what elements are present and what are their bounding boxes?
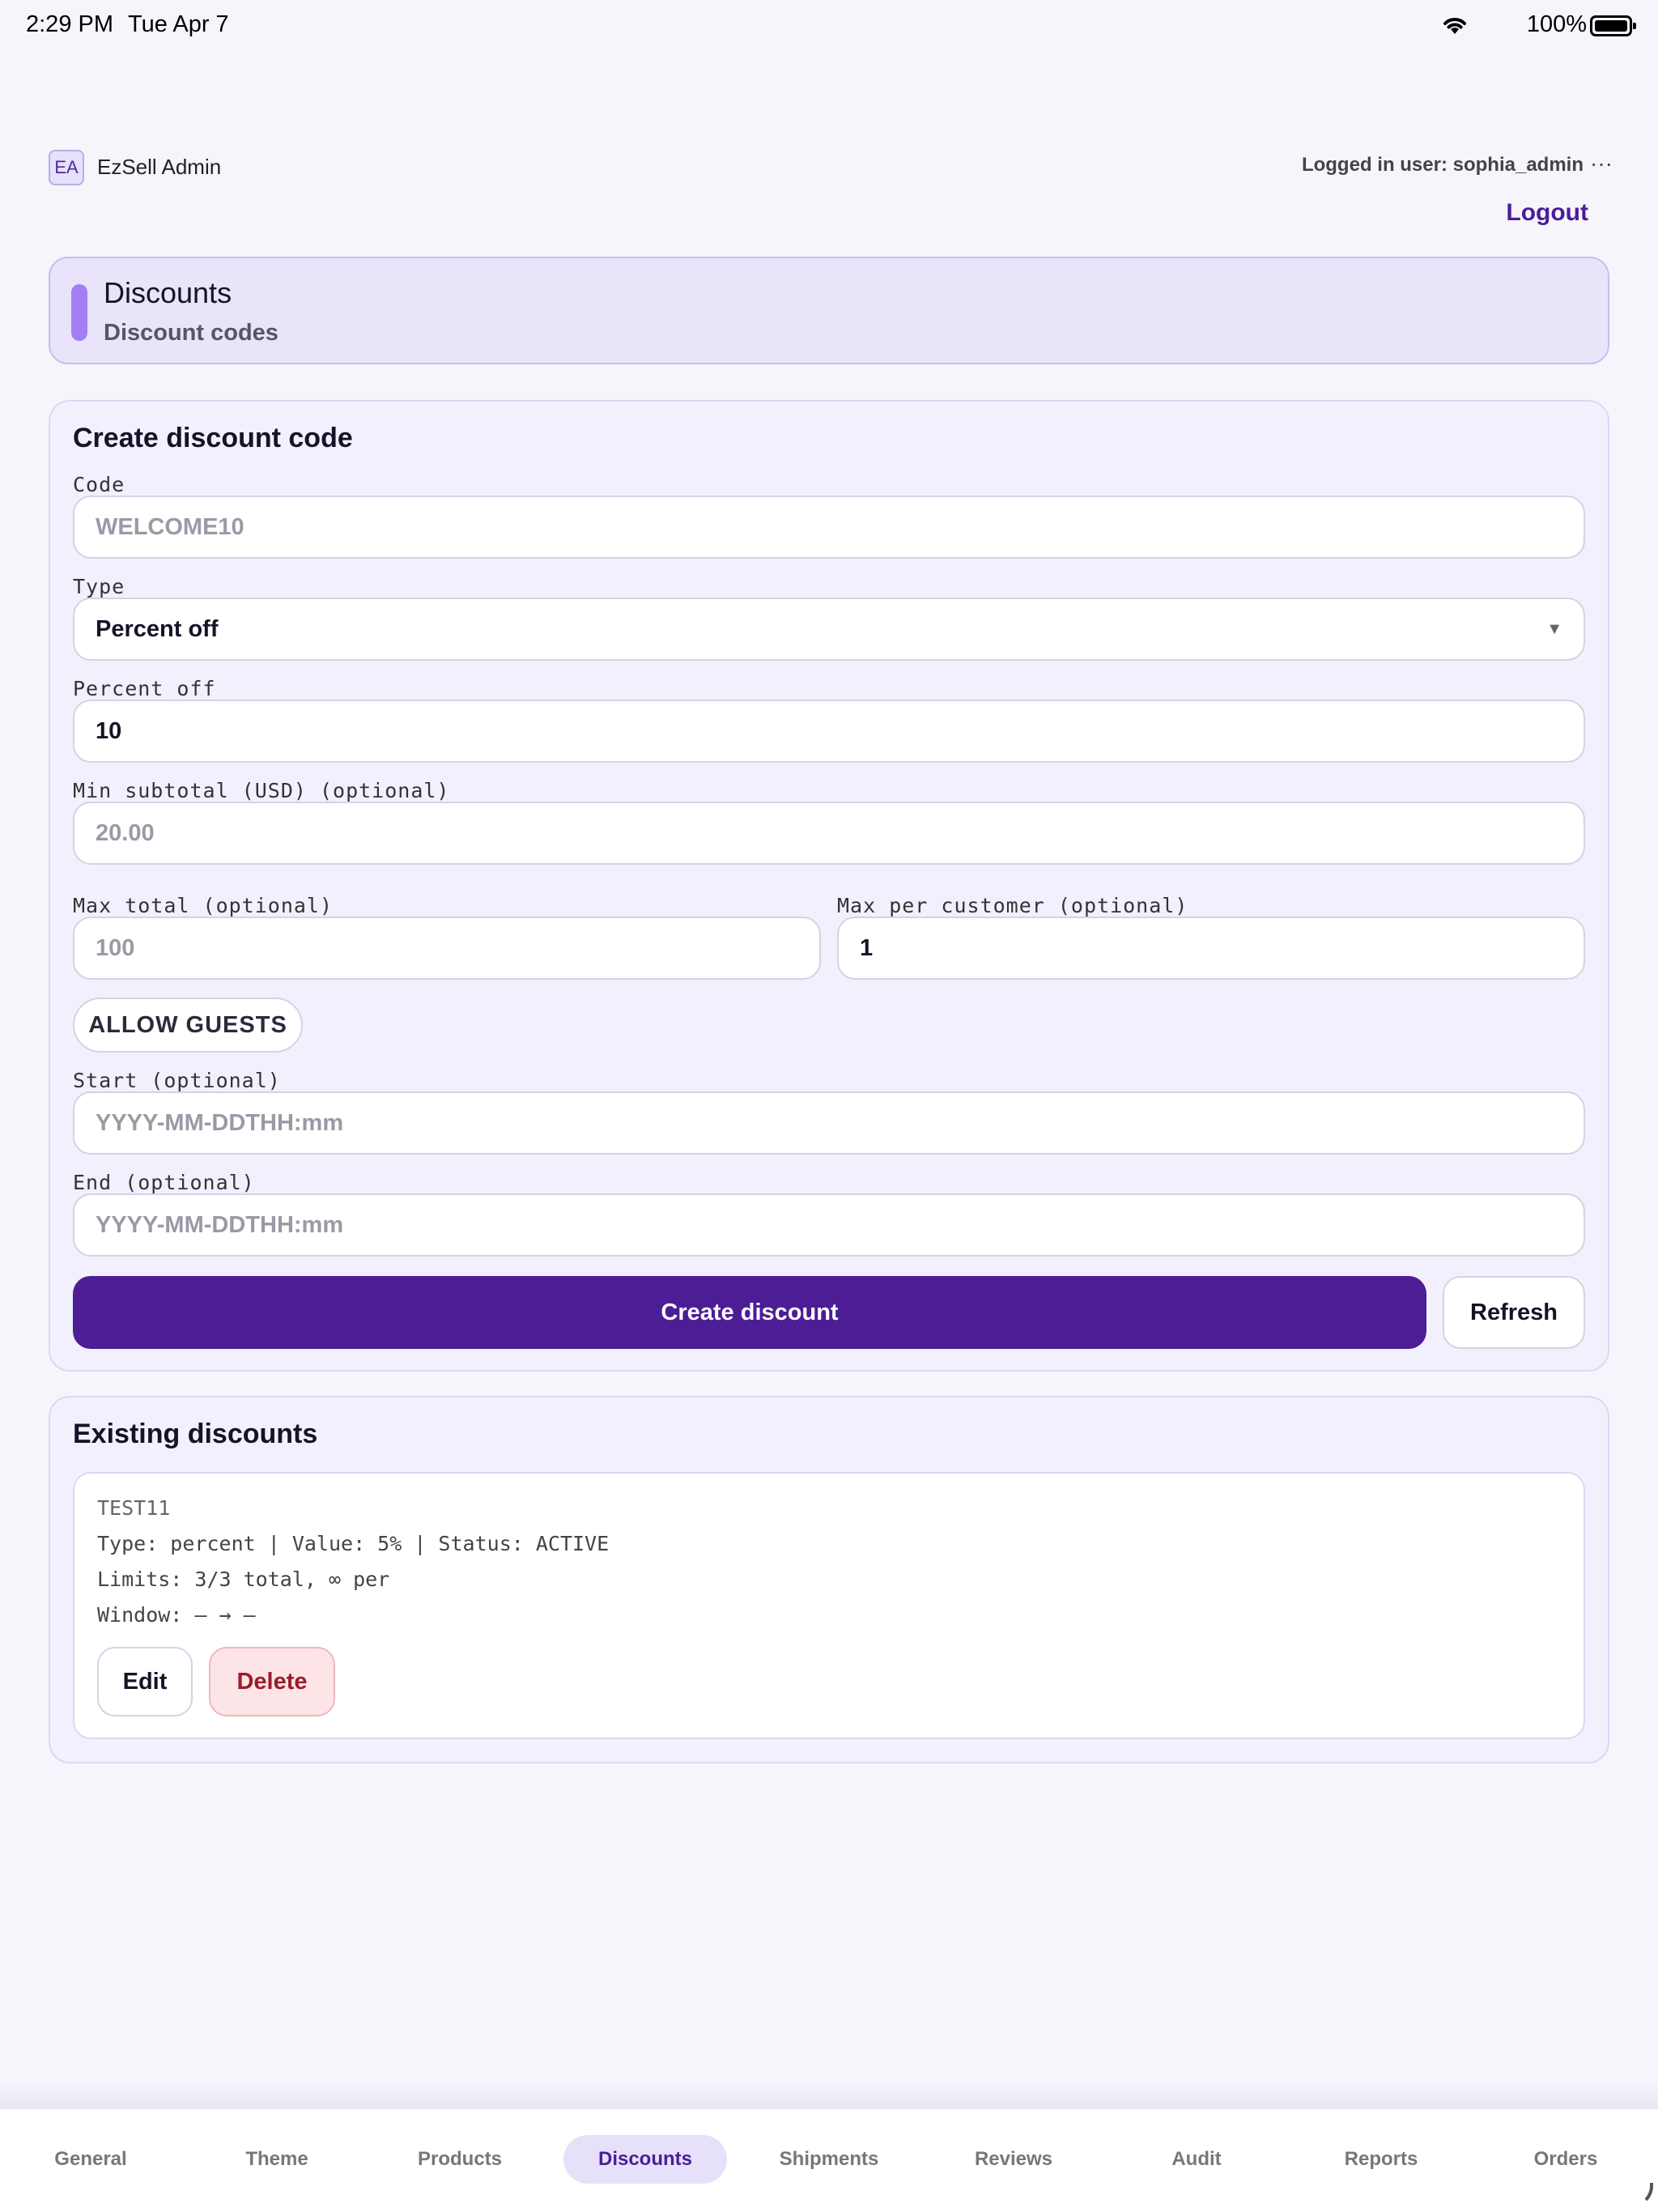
- discount-details: Type: percent | Value: 5% | Status: ACTI…: [97, 1532, 610, 1555]
- tab-discounts[interactable]: Discounts: [563, 2135, 727, 2184]
- tabbar-shadow: [0, 2081, 1658, 2108]
- discount-limits: Limits: 3/3 total, ∞ per: [97, 1568, 390, 1591]
- chevron-down-icon: ▼: [1546, 620, 1562, 638]
- max-total-input[interactable]: [73, 917, 821, 980]
- min-subtotal-input[interactable]: [73, 802, 1585, 865]
- status-bar: 2:29 PM Tue Apr 7 100%: [0, 0, 1658, 52]
- page-header-banner: Discounts Discount codes: [49, 257, 1609, 364]
- start-label: Start (optional): [73, 1069, 281, 1092]
- wifi-icon: [1443, 18, 1466, 34]
- tab-theme[interactable]: Theme: [206, 2135, 348, 2184]
- type-select[interactable]: Percent off ▼: [73, 598, 1585, 661]
- tab-reports[interactable]: Reports: [1310, 2135, 1452, 2184]
- tab-orders[interactable]: Orders: [1494, 2135, 1637, 2184]
- delete-discount-button[interactable]: Delete: [209, 1647, 335, 1716]
- create-discount-button[interactable]: Create discount: [73, 1276, 1426, 1349]
- status-date: Tue Apr 7: [128, 11, 229, 37]
- allow-guests-toggle[interactable]: ALLOW GUESTS: [73, 998, 303, 1053]
- avatar: EA: [49, 150, 84, 185]
- battery-percent: 100%: [1526, 11, 1587, 37]
- logout-link[interactable]: Logout: [1506, 199, 1588, 227]
- tab-general[interactable]: General: [19, 2135, 162, 2184]
- create-discount-card: Create discount code Code Type Percent o…: [49, 400, 1609, 1372]
- discount-list-item: TEST11 Type: percent | Value: 5% | Statu…: [73, 1472, 1585, 1739]
- discount-code: TEST11: [97, 1496, 171, 1520]
- max-per-customer-label: Max per customer (optional): [837, 894, 1188, 917]
- status-time: 2:29 PM: [26, 11, 113, 37]
- bottom-tab-bar: General Theme Products Discounts Shipmen…: [0, 2108, 1658, 2212]
- tab-reviews[interactable]: Reviews: [942, 2135, 1085, 2184]
- tab-audit[interactable]: Audit: [1125, 2135, 1268, 2184]
- discount-window: Window: — → —: [97, 1603, 256, 1627]
- min-subtotal-label: Min subtotal (USD) (optional): [73, 779, 450, 802]
- banner-accent-bar: [71, 284, 87, 341]
- start-input[interactable]: [73, 1091, 1585, 1155]
- refresh-button[interactable]: Refresh: [1443, 1276, 1585, 1349]
- page-subtitle: Discount codes: [104, 320, 278, 346]
- edit-discount-button[interactable]: Edit: [97, 1647, 193, 1716]
- type-select-value: Percent off: [96, 615, 219, 642]
- end-input[interactable]: [73, 1193, 1585, 1257]
- code-label: Code: [73, 473, 125, 496]
- percent-off-input[interactable]: [73, 700, 1585, 763]
- more-icon[interactable]: ···: [1590, 151, 1613, 177]
- max-per-customer-input[interactable]: [837, 917, 1585, 980]
- tab-shipments[interactable]: Shipments: [758, 2135, 900, 2184]
- max-total-label: Max total (optional): [73, 894, 334, 917]
- tab-products[interactable]: Products: [389, 2135, 531, 2184]
- existing-discounts-title: Existing discounts: [73, 1419, 318, 1449]
- existing-discounts-card: Existing discounts TEST11 Type: percent …: [49, 1396, 1609, 1763]
- battery-icon: [1590, 15, 1636, 36]
- page-title: Discounts: [104, 276, 232, 309]
- app-title: EzSell Admin: [97, 155, 222, 179]
- end-label: End (optional): [73, 1171, 255, 1194]
- logged-in-user: Logged in user: sophia_admin: [1301, 154, 1584, 176]
- percent-off-label: Percent off: [73, 677, 216, 700]
- type-label: Type: [73, 575, 125, 598]
- code-input[interactable]: [73, 496, 1585, 559]
- create-discount-title: Create discount code: [73, 423, 353, 453]
